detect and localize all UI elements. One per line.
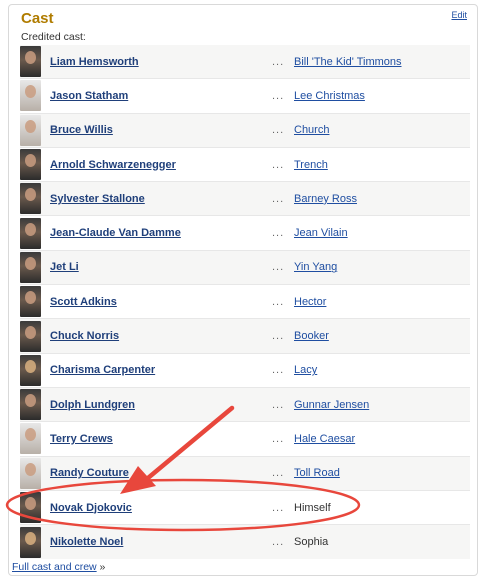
cast-row: Liam Hemsworth ... Bill 'The Kid' Timmon… xyxy=(20,45,470,80)
actor-photo[interactable] xyxy=(20,354,41,386)
actor-photo[interactable] xyxy=(20,389,41,421)
actor-photo[interactable] xyxy=(20,423,41,455)
section-title: Cast xyxy=(21,10,54,27)
actor-photo[interactable] xyxy=(20,320,41,352)
actor-name-link[interactable]: Charisma Carpenter xyxy=(50,364,155,376)
actor-name-link[interactable]: Jason Statham xyxy=(50,90,128,102)
separator-dots: ... xyxy=(272,158,285,171)
actor-name-link[interactable]: Jean-Claude Van Damme xyxy=(50,227,181,239)
separator-dots: ... xyxy=(272,295,285,308)
cast-row: Randy Couture ... Toll Road xyxy=(20,456,470,491)
character-link[interactable]: Hale Caesar xyxy=(294,433,355,445)
actor-photo[interactable] xyxy=(20,492,41,523)
cast-row: Dolph Lundgren ... Gunnar Jensen xyxy=(20,387,470,423)
cast-row: Novak Djokovic ... Himself xyxy=(20,490,470,526)
actor-photo[interactable] xyxy=(20,457,41,489)
footer-chevron-icon: » xyxy=(99,561,106,573)
cast-row: Charisma Carpenter ... Lacy xyxy=(20,353,470,388)
cast-list: Liam Hemsworth ... Bill 'The Kid' Timmon… xyxy=(20,45,470,560)
separator-dots: ... xyxy=(272,261,285,274)
character-link[interactable]: Church xyxy=(294,124,329,136)
actor-photo[interactable] xyxy=(20,114,41,146)
separator-dots: ... xyxy=(272,467,285,480)
cast-row: Jason Statham ... Lee Christmas xyxy=(20,79,470,114)
cast-row: Jean-Claude Van Damme ... Jean Vilain xyxy=(20,216,470,251)
cast-row: Bruce Willis ... Church xyxy=(20,113,470,148)
actor-name-link[interactable]: Nikolette Noel xyxy=(50,536,123,548)
cast-row: Arnold Schwarzenegger ... Trench xyxy=(20,147,470,183)
actor-photo[interactable] xyxy=(20,251,41,283)
cast-row: Sylvester Stallone ... Barney Ross xyxy=(20,182,470,217)
separator-dots: ... xyxy=(272,227,285,240)
cast-panel: Cast Edit Credited cast: Liam Hemsworth … xyxy=(8,4,478,576)
separator-dots: ... xyxy=(272,501,285,514)
cast-row: Jet Li ... Yin Yang xyxy=(20,250,470,286)
full-cast-crew-link[interactable]: Full cast and crew xyxy=(12,561,97,573)
actor-photo[interactable] xyxy=(20,80,41,112)
actor-name-link[interactable]: Bruce Willis xyxy=(50,124,113,136)
actor-photo[interactable] xyxy=(20,286,41,318)
actor-name-link[interactable]: Novak Djokovic xyxy=(50,502,132,514)
character-link[interactable]: Barney Ross xyxy=(294,193,357,205)
actor-name-link[interactable]: Sylvester Stallone xyxy=(50,193,145,205)
credited-cast-label: Credited cast: xyxy=(21,31,86,43)
character-link[interactable]: Gunnar Jensen xyxy=(294,399,369,411)
character-name: Sophia xyxy=(294,536,329,549)
cast-row: Scott Adkins ... Hector xyxy=(20,285,470,320)
character-name: Himself xyxy=(294,501,331,514)
character-link[interactable]: Jean Vilain xyxy=(294,227,348,239)
cast-row: Terry Crews ... Hale Caesar xyxy=(20,422,470,457)
actor-photo[interactable] xyxy=(20,149,41,181)
character-link[interactable]: Lacy xyxy=(294,364,317,376)
actor-name-link[interactable]: Jet Li xyxy=(50,261,79,273)
actor-name-link[interactable]: Scott Adkins xyxy=(50,296,117,308)
actor-name-link[interactable]: Arnold Schwarzenegger xyxy=(50,159,176,171)
separator-dots: ... xyxy=(272,330,285,343)
separator-dots: ... xyxy=(272,55,285,68)
character-link[interactable]: Toll Road xyxy=(294,467,340,479)
actor-name-link[interactable]: Randy Couture xyxy=(50,467,129,479)
separator-dots: ... xyxy=(272,398,285,411)
separator-dots: ... xyxy=(272,192,285,205)
character-link[interactable]: Yin Yang xyxy=(294,261,337,273)
actor-name-link[interactable]: Dolph Lundgren xyxy=(50,399,135,411)
footer: Full cast and crew » xyxy=(12,561,105,573)
actor-photo[interactable] xyxy=(20,217,41,249)
character-link[interactable]: Bill 'The Kid' Timmons xyxy=(294,56,402,68)
separator-dots: ... xyxy=(272,364,285,377)
actor-photo[interactable] xyxy=(20,526,41,558)
separator-dots: ... xyxy=(272,124,285,137)
separator-dots: ... xyxy=(272,89,285,102)
cast-row: Nikolette Noel ... Sophia xyxy=(20,525,470,560)
actor-name-link[interactable]: Terry Crews xyxy=(50,433,113,445)
cast-row: Chuck Norris ... Booker xyxy=(20,319,470,354)
actor-photo[interactable] xyxy=(20,183,41,215)
actor-photo[interactable] xyxy=(20,46,41,78)
edit-link[interactable]: Edit xyxy=(451,10,467,20)
actor-name-link[interactable]: Chuck Norris xyxy=(50,330,119,342)
character-link[interactable]: Lee Christmas xyxy=(294,90,365,102)
character-link[interactable]: Trench xyxy=(294,159,328,171)
separator-dots: ... xyxy=(272,536,285,549)
actor-name-link[interactable]: Liam Hemsworth xyxy=(50,56,139,68)
character-link[interactable]: Booker xyxy=(294,330,329,342)
character-link[interactable]: Hector xyxy=(294,296,326,308)
separator-dots: ... xyxy=(272,432,285,445)
